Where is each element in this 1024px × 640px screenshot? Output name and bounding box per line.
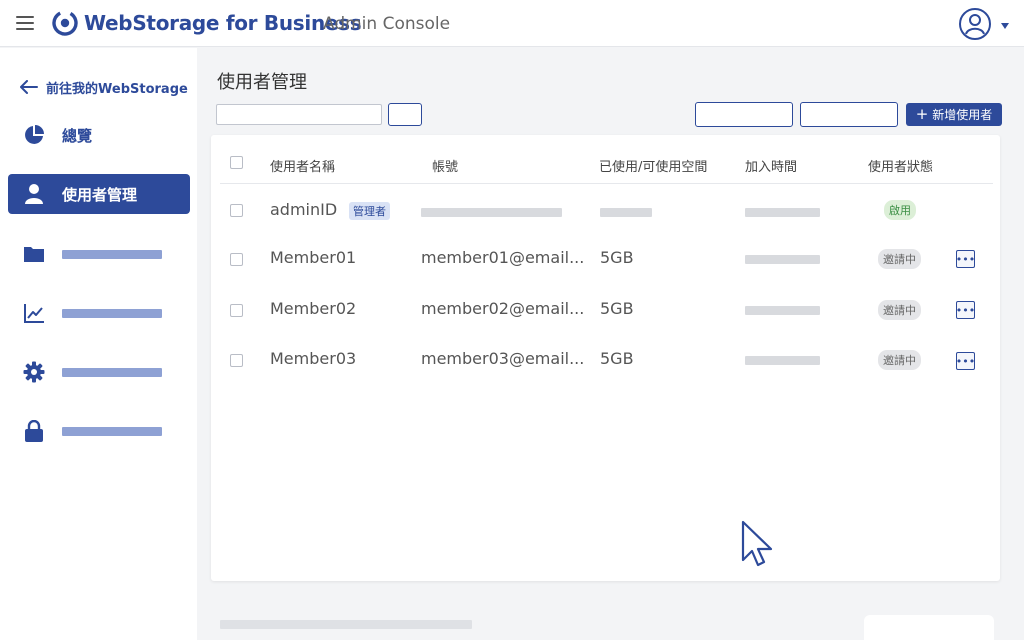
user-name: Member01 xyxy=(270,248,357,267)
sidebar-item-label: 使用者管理 xyxy=(62,185,138,204)
sidebar-item-label-placeholder xyxy=(62,367,162,377)
row-checkbox[interactable] xyxy=(230,253,243,266)
admin-badge: 管理者 xyxy=(349,202,390,220)
pie-chart-icon xyxy=(23,124,45,146)
back-link-label: 前往我的WebStorage xyxy=(46,81,188,97)
chevron-down-icon xyxy=(1001,23,1009,29)
sidebar-item-label-placeholder xyxy=(62,426,162,436)
user-storage: 5GB xyxy=(600,349,634,368)
search-input[interactable] xyxy=(216,104,382,125)
header-divider xyxy=(220,183,993,184)
page-title: 使用者管理 xyxy=(217,72,307,93)
sidebar-item-files[interactable] xyxy=(8,234,190,274)
footer-card xyxy=(864,615,994,640)
mouse-cursor-icon xyxy=(741,520,773,567)
lock-icon xyxy=(23,420,45,442)
back-to-webstorage-link[interactable]: 前往我的WebStorage xyxy=(20,76,188,98)
column-header-username[interactable]: 使用者名稱 xyxy=(270,156,335,175)
sidebar-item-label-placeholder xyxy=(62,249,162,259)
select-all-checkbox[interactable] xyxy=(230,156,243,169)
table-row[interactable]: Member01 member01@email... 5GB 邀請中 ••• xyxy=(211,239,1000,279)
joined-placeholder xyxy=(745,208,820,217)
user-icon xyxy=(23,183,45,205)
user-account: member02@email... xyxy=(421,299,585,318)
hamburger-icon[interactable] xyxy=(16,16,34,30)
user-name: adminID xyxy=(270,200,338,219)
sidebar-item-label: 總覽 xyxy=(62,126,93,145)
row-checkbox[interactable] xyxy=(230,304,243,317)
user-storage: 5GB xyxy=(600,299,634,318)
status-badge: 邀請中 xyxy=(878,350,921,370)
line-chart-icon xyxy=(23,302,45,324)
sidebar-item-security[interactable] xyxy=(8,411,190,451)
top-bar: WebStorage for Business Admin Console xyxy=(0,0,1024,47)
search-button[interactable] xyxy=(388,103,422,126)
table-row[interactable]: adminID 管理者 啟用 xyxy=(211,191,1000,231)
table-row[interactable]: Member03 member03@email... 5GB 邀請中 ••• xyxy=(211,340,1000,380)
folder-icon xyxy=(23,243,45,265)
sidebar: 前往我的WebStorage 總覽 使用者管理 xyxy=(0,48,197,640)
brand-name: WebStorage for Business xyxy=(84,11,362,35)
filter-dropdown-1[interactable] xyxy=(695,102,793,127)
footer-placeholder xyxy=(220,620,472,629)
status-badge: 啟用 xyxy=(884,200,916,220)
column-header-account[interactable]: 帳號 xyxy=(432,156,458,175)
filter-dropdown-2[interactable] xyxy=(800,102,898,127)
column-header-storage[interactable]: 已使用/可使用空間 xyxy=(599,156,707,175)
user-menu-button[interactable] xyxy=(958,7,1012,41)
user-name: Member03 xyxy=(270,349,357,368)
account-placeholder xyxy=(421,208,562,217)
sidebar-item-overview[interactable]: 總覽 xyxy=(8,115,190,155)
user-name: Member02 xyxy=(270,299,357,318)
sidebar-item-settings[interactable] xyxy=(8,352,190,392)
storage-placeholder xyxy=(600,208,652,217)
user-account: member03@email... xyxy=(421,349,585,368)
user-table: 使用者名稱 帳號 已使用/可使用空間 加入時間 使用者狀態 adminID 管理… xyxy=(211,135,1000,581)
status-badge: 邀請中 xyxy=(878,300,921,320)
sidebar-item-label-placeholder xyxy=(62,308,162,318)
sidebar-item-reports[interactable] xyxy=(8,293,190,333)
user-storage: 5GB xyxy=(600,248,634,267)
webstorage-logo-icon xyxy=(52,10,78,36)
sidebar-item-user-management[interactable]: 使用者管理 xyxy=(8,174,190,214)
column-header-joined[interactable]: 加入時間 xyxy=(745,156,797,175)
arrow-left-icon xyxy=(20,80,38,94)
user-circle-icon xyxy=(959,8,991,40)
gear-icon xyxy=(23,361,45,383)
joined-placeholder xyxy=(745,356,820,365)
row-checkbox[interactable] xyxy=(230,354,243,367)
plus-icon: + xyxy=(915,105,929,123)
row-checkbox[interactable] xyxy=(230,204,243,217)
console-subtitle: Admin Console xyxy=(323,14,451,34)
joined-placeholder xyxy=(745,306,820,315)
status-badge: 邀請中 xyxy=(878,249,921,269)
add-user-label: 新增使用者 xyxy=(932,108,993,122)
table-row[interactable]: Member02 member02@email... 5GB 邀請中 ••• xyxy=(211,290,1000,330)
joined-placeholder xyxy=(745,255,820,264)
more-options-button[interactable]: ••• xyxy=(956,250,975,268)
add-user-button[interactable]: + 新增使用者 xyxy=(906,103,1002,126)
column-header-status[interactable]: 使用者狀態 xyxy=(868,156,933,175)
more-options-button[interactable]: ••• xyxy=(956,301,975,319)
more-options-button[interactable]: ••• xyxy=(956,352,975,370)
user-account: member01@email... xyxy=(421,248,585,267)
